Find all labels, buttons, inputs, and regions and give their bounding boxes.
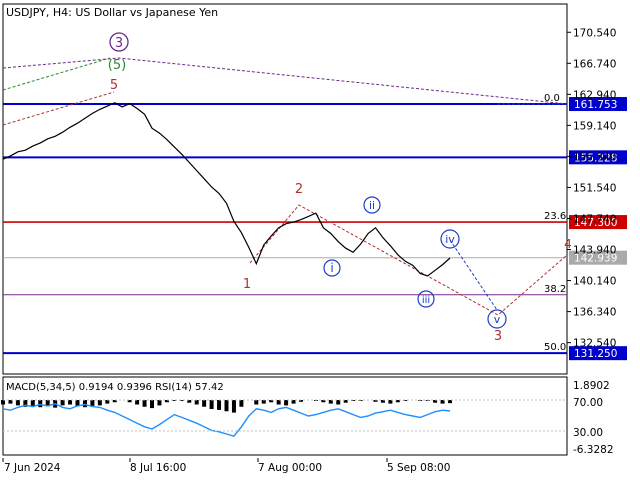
macd-bar: [276, 400, 281, 405]
price-tick-2: 162.940: [573, 89, 616, 101]
macd-bar: [15, 400, 20, 406]
macd-bar: [209, 400, 214, 409]
price-tick-10: 132.540: [573, 338, 616, 350]
macd-bar: [30, 400, 35, 406]
wave-label-5-paren: (5): [108, 58, 126, 73]
macd-bar: [97, 400, 102, 406]
wave-label-3-major: 3: [115, 36, 123, 51]
macd-bar: [82, 400, 87, 408]
wave-label-4: 4: [564, 237, 572, 251]
time-tick-1: 8 Jul 16:00: [130, 462, 186, 474]
wave-label-3: 3: [494, 329, 502, 344]
indicator-tick-0: 1.8902: [573, 380, 610, 392]
trendline-major: [2, 57, 568, 105]
macd-bar: [202, 400, 207, 407]
macd-bar: [194, 400, 199, 405]
macd-bar: [284, 400, 289, 406]
price-tick-4: 155.340: [573, 151, 616, 163]
macd-bar: [60, 400, 65, 406]
macd-bar: [135, 400, 140, 405]
wave-label-iii: iii: [422, 295, 430, 306]
price-line: [2, 102, 451, 277]
trendline-red-a: [2, 91, 115, 126]
macd-bar: [68, 400, 73, 405]
fib-label-2: 23.6: [544, 211, 566, 222]
indicator-tick-2: 30.00: [573, 427, 603, 439]
level-tag-text-5: 131.250: [574, 348, 617, 360]
macd-bar: [254, 400, 259, 405]
price-tick-0: 170.540: [573, 27, 616, 39]
macd-bar: [224, 400, 229, 412]
chart-title: USDJPY, H4: US Dollar vs Japanese Yen: [6, 6, 218, 19]
wave-label-ii: ii: [369, 199, 375, 212]
macd-bar: [90, 400, 95, 406]
macd-bar: [150, 400, 154, 409]
chart-canvas[interactable]: 0.0161.753155.22823.6147.300142.93938.25…: [0, 0, 640, 480]
fib-label-5: 50.0: [544, 342, 566, 353]
trendline-green: [2, 57, 111, 91]
horizontal-levels: 0.0161.753155.22823.6147.300142.93938.25…: [3, 93, 627, 361]
wave-label-iv: iv: [445, 233, 455, 246]
trendline-blue: [449, 239, 498, 311]
macd-bar: [261, 400, 266, 404]
macd-bar: [231, 400, 236, 413]
indicator-tick-3: -6.3282: [573, 444, 614, 456]
main-chart-frame: [2, 3, 568, 375]
price-tick-1: 166.740: [573, 58, 616, 70]
macd-bar: [8, 400, 13, 404]
price-tick-3: 159.140: [573, 120, 616, 132]
macd-bar: [291, 400, 296, 404]
price-tick-9: 136.340: [573, 307, 616, 319]
macd-bar: [1, 400, 5, 405]
wave-label-5: 5: [110, 78, 118, 93]
indicator-label: MACD(5,34,5) 0.9194 0.9396 RSI(14) 57.42: [6, 382, 224, 393]
macd-bar: [336, 400, 341, 405]
time-tick-3: 5 Sep 08:00: [387, 462, 450, 474]
indicator-tick-1: 70.00: [573, 397, 603, 409]
macd-bar: [38, 400, 43, 408]
macd-bar: [157, 400, 162, 406]
macd-bar: [388, 400, 393, 404]
price-axis: 170.540 166.740 162.940 159.140 155.340 151.5…: [567, 27, 616, 350]
macd-bar: [105, 400, 110, 404]
macd-bar: [142, 400, 147, 407]
wave-label-2: 2: [295, 182, 303, 197]
fib-label-4: 38.2: [544, 284, 566, 295]
time-tick-2: 7 Aug 00:00: [258, 462, 322, 474]
price-series: [2, 102, 451, 277]
price-tick-7: 143.940: [573, 245, 616, 257]
macd-bar: [239, 400, 244, 407]
chart-window[interactable]: 0.0 161.753 155.228 23.6 147.300 142.939 38.2 5…: [0, 0, 640, 480]
macd-bar: [217, 400, 222, 410]
wave-label-i: i: [330, 261, 333, 275]
time-tick-0: 7 Jun 2024: [4, 462, 61, 474]
macd-bar: [440, 400, 445, 404]
wave-lines: [2, 57, 568, 316]
price-tick-5: 151.540: [573, 182, 616, 194]
wave-label-v: v: [494, 313, 501, 326]
price-tick-6: 147.740: [573, 213, 616, 225]
macd-bar: [328, 400, 333, 404]
wave-label-1: 1: [243, 277, 251, 292]
price-tick-8: 140.140: [573, 276, 616, 288]
